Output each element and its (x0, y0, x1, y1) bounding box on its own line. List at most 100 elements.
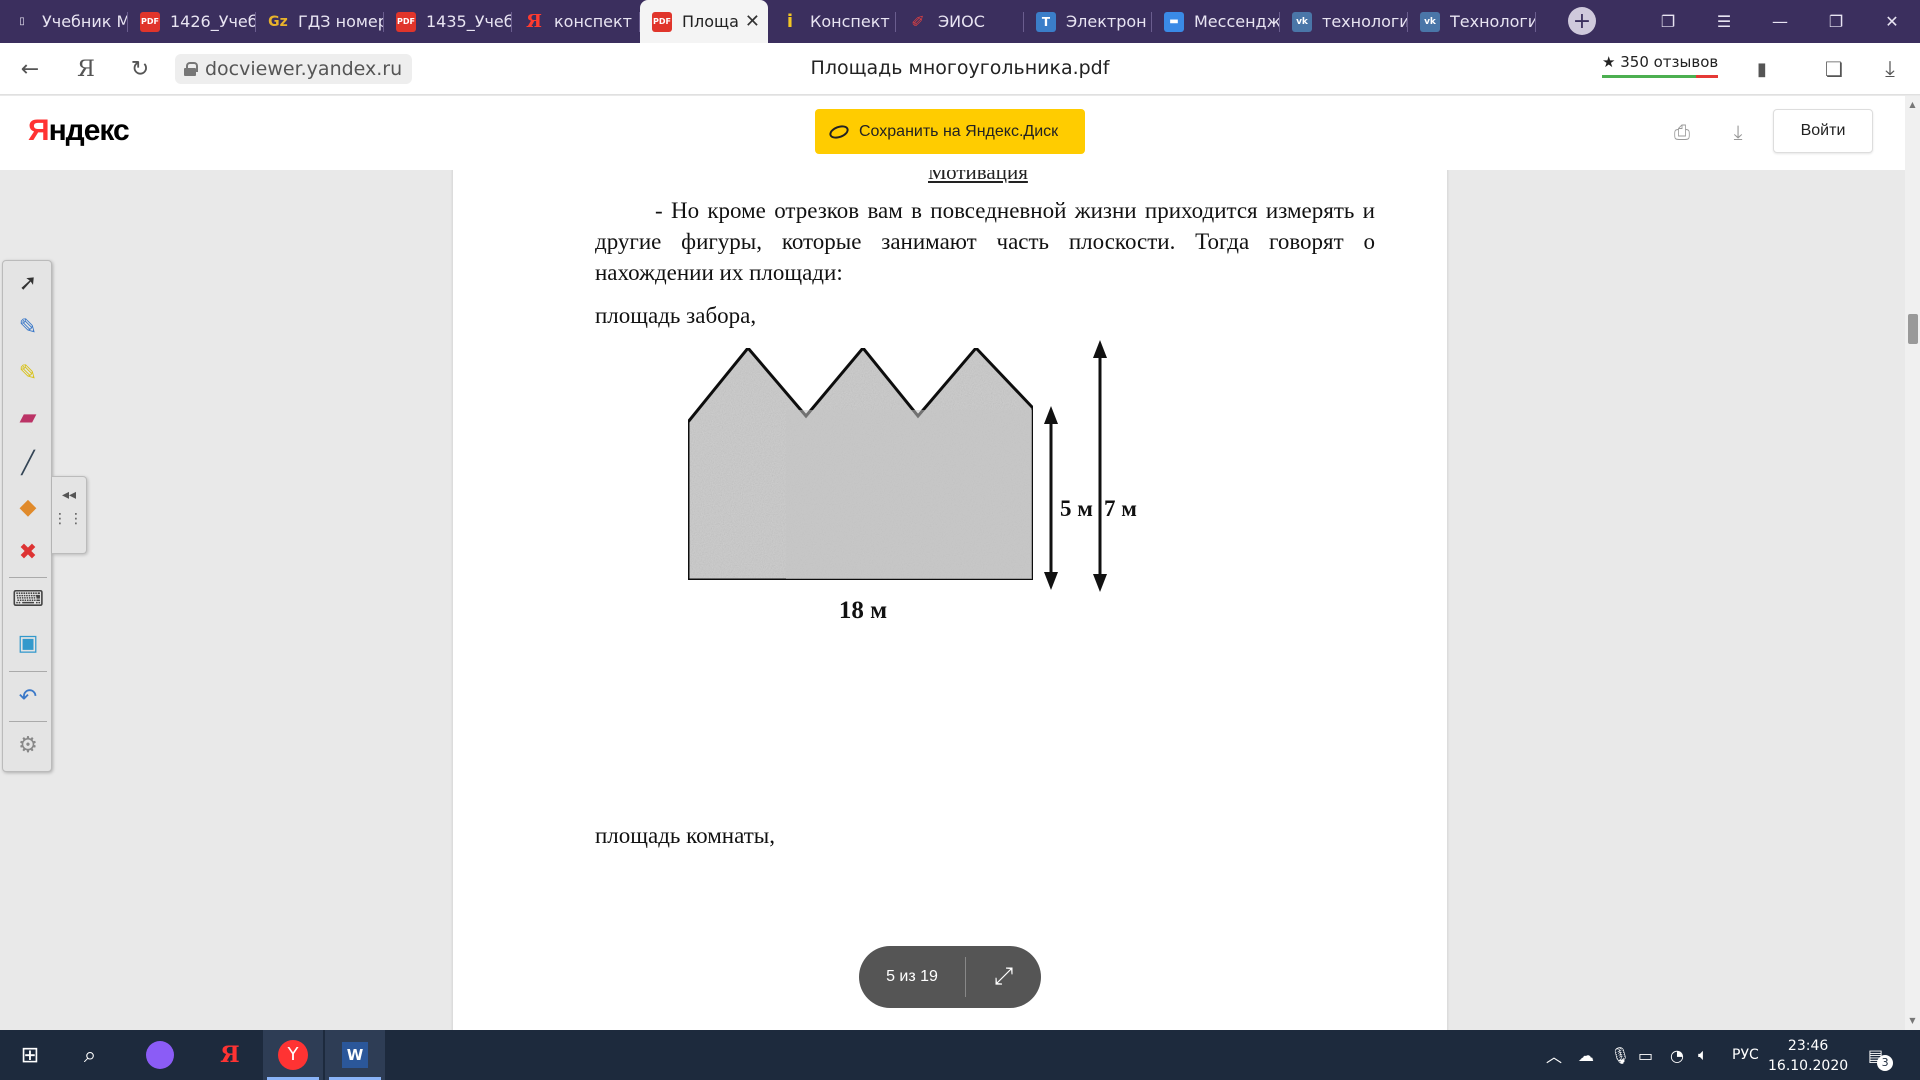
clear-ink-icon[interactable]: ✖ (12, 536, 44, 568)
pdf-icon: PDF (140, 11, 160, 32)
vertical-scrollbar[interactable]: ▲ ▼ (1905, 96, 1920, 1030)
reading-list-icon[interactable]: ❏ (1820, 55, 1848, 83)
volume-icon[interactable]: 🔈︎ (1698, 1030, 1708, 1080)
tab-label: Технологи (1450, 12, 1536, 31)
new-tab-button[interactable]: + (1568, 7, 1596, 35)
tab-1[interactable]: PDF 1426_Учеб (128, 0, 256, 43)
grip-icon: ⋮⋮ (53, 511, 85, 527)
select-cursor-icon[interactable]: ➚ (12, 267, 44, 299)
star-icon: ★ (1602, 53, 1616, 71)
undo-icon[interactable]: ↶ (12, 681, 44, 713)
windows-start-icon[interactable]: ⊞ (0, 1030, 60, 1080)
yandex-logo[interactable]: Яндекс (28, 114, 130, 148)
page-counter[interactable]: 5 из 19 (859, 968, 965, 986)
tab-3[interactable]: PDF 1435_Учеб (384, 0, 512, 43)
tray-expand-icon[interactable]: ︿ (1546, 1030, 1562, 1080)
tab-5[interactable]: PDF Площа ✕ (640, 0, 768, 43)
doc-icon: ▯ (19, 16, 25, 27)
notifications-icon[interactable]: ▤ 3 (1868, 1030, 1894, 1080)
document-viewport[interactable]: Мотивация - Но кроме отрезков вам в повс… (0, 170, 1905, 1030)
keyboard-icon[interactable]: ⌨ (12, 583, 44, 615)
messenger-icon: ▬ (1164, 11, 1184, 32)
document-page: Мотивация - Но кроме отрезков вам в повс… (453, 170, 1447, 1030)
gdz-icon: Gz (268, 13, 288, 30)
text-line-room: площадь комнаты, (595, 823, 775, 848)
tab-11[interactable]: vk Технологи (1408, 0, 1536, 43)
bookmark-icon[interactable]: ▮ (1748, 55, 1776, 83)
tab-label: Электрон (1066, 12, 1147, 31)
tabs-manager-icon[interactable]: ❐ (1640, 0, 1696, 43)
fence-shade (786, 410, 1032, 579)
toolbar-collapse-handle[interactable]: ◂◂ ⋮⋮ (52, 476, 87, 554)
tab-9[interactable]: ▬ Мессендж (1152, 0, 1280, 43)
tab-label: конспект (554, 12, 632, 31)
info-icon: i (786, 11, 794, 32)
tab-label: Площа (682, 12, 739, 31)
tab-7[interactable]: ✐ ЭИОС (896, 0, 1024, 43)
tab-10[interactable]: vk технологи (1280, 0, 1408, 43)
tab-label: технологи (1322, 12, 1408, 31)
print-icon[interactable]: ⎙ (1670, 120, 1694, 144)
close-window-icon[interactable]: ✕ (1864, 0, 1920, 43)
width-18-label: 18 м (839, 597, 887, 624)
microphone-icon[interactable]: 🎙︎ (1610, 1030, 1630, 1080)
download-icon[interactable]: ⤓ (1876, 55, 1904, 83)
settings-gear-icon[interactable]: ⚙ (12, 729, 44, 761)
word-taskbar-icon[interactable]: W (325, 1030, 385, 1080)
close-tab-icon[interactable]: ✕ (745, 11, 760, 32)
scroll-thumb[interactable] (1908, 314, 1918, 344)
yandex-browser-taskbar-icon[interactable]: Y (263, 1030, 323, 1080)
yandex-home-icon[interactable]: Я (72, 55, 100, 83)
line-tool-icon[interactable]: ╱ (12, 447, 44, 479)
minimize-icon[interactable]: — (1752, 0, 1808, 43)
tab-8[interactable]: T Электрон (1024, 0, 1152, 43)
highlighter-icon[interactable]: ✎ (12, 357, 44, 389)
tab-0[interactable]: ▯ Учебник М (0, 0, 128, 43)
login-button[interactable]: Войти (1773, 109, 1873, 153)
page-navigator: 5 из 19 ⤢ (859, 946, 1041, 1008)
note-icon[interactable]: ▣ (12, 627, 44, 659)
download-doc-icon[interactable]: ⤓ (1726, 120, 1750, 144)
search-icon[interactable]: ⌕ (60, 1030, 120, 1080)
tab-6[interactable]: i Конспект (768, 0, 896, 43)
language-indicator[interactable]: РУС (1732, 1030, 1759, 1080)
url-field[interactable]: docviewer.yandex.ru (175, 54, 413, 84)
tab-label: Конспект (810, 12, 890, 31)
wifi-icon[interactable]: ◔ (1670, 1030, 1684, 1080)
clock-date: 16.10.2020 (1768, 1058, 1849, 1074)
reviews-text: 350 отзывов (1620, 53, 1719, 71)
reviews-badge[interactable]: ★ 350 отзывов (1602, 53, 1719, 78)
tab-label: Учебник М (42, 12, 128, 31)
text-line-fence: площадь забора, (595, 303, 757, 328)
tab-label: ГДЗ номер (298, 12, 384, 31)
tab-label: ЭИОС (938, 12, 985, 31)
clock[interactable]: 23:46 16.10.2020 (1768, 1036, 1848, 1076)
tab-label: Мессендж (1194, 12, 1280, 31)
onedrive-icon[interactable]: ☁ (1578, 1030, 1594, 1080)
menu-icon[interactable]: ☰ (1696, 0, 1752, 43)
eraser-icon[interactable]: ▰ (12, 401, 44, 433)
tab-bar: ▯ Учебник М PDF 1426_Учеб Gz ГДЗ номер PDF 1435… (0, 0, 1920, 43)
yandex-taskbar-icon[interactable]: Я (200, 1030, 260, 1080)
scroll-down-arrow[interactable]: ▼ (1905, 1014, 1920, 1028)
eios-icon: ✐ (911, 12, 925, 31)
alice-icon[interactable] (130, 1030, 190, 1080)
save-to-disk-label: Сохранить на Яндекс.Диск (859, 122, 1059, 140)
pen-icon[interactable]: ✎ (12, 311, 44, 343)
scroll-up-arrow[interactable]: ▲ (1905, 98, 1920, 112)
fullscreen-icon[interactable]: ⤢ (966, 963, 1041, 991)
save-to-disk-button[interactable]: Сохранить на Яндекс.Диск (815, 109, 1085, 154)
address-bar: ← Я ↻ docviewer.yandex.ru Площадь многоу… (0, 43, 1920, 95)
tab-4[interactable]: Яконспект (512, 0, 640, 43)
vk-icon: vk (1420, 11, 1440, 32)
tab-2[interactable]: Gz ГДЗ номер (256, 0, 384, 43)
docviewer-header: Яндекс Сохранить на Яндекс.Диск ⎙ ⤓ Войт… (0, 96, 1920, 170)
electron-icon: T (1036, 11, 1056, 32)
collapse-arrows-icon: ◂◂ (61, 487, 77, 503)
shapes-icon[interactable]: ◆ (12, 491, 44, 523)
back-icon[interactable]: ← (16, 55, 44, 83)
restore-icon[interactable]: ❐ (1808, 0, 1864, 43)
height-7-label: 7 м (1104, 496, 1137, 521)
battery-icon[interactable]: ▭ (1638, 1030, 1653, 1080)
reload-icon[interactable]: ↻ (126, 55, 154, 83)
